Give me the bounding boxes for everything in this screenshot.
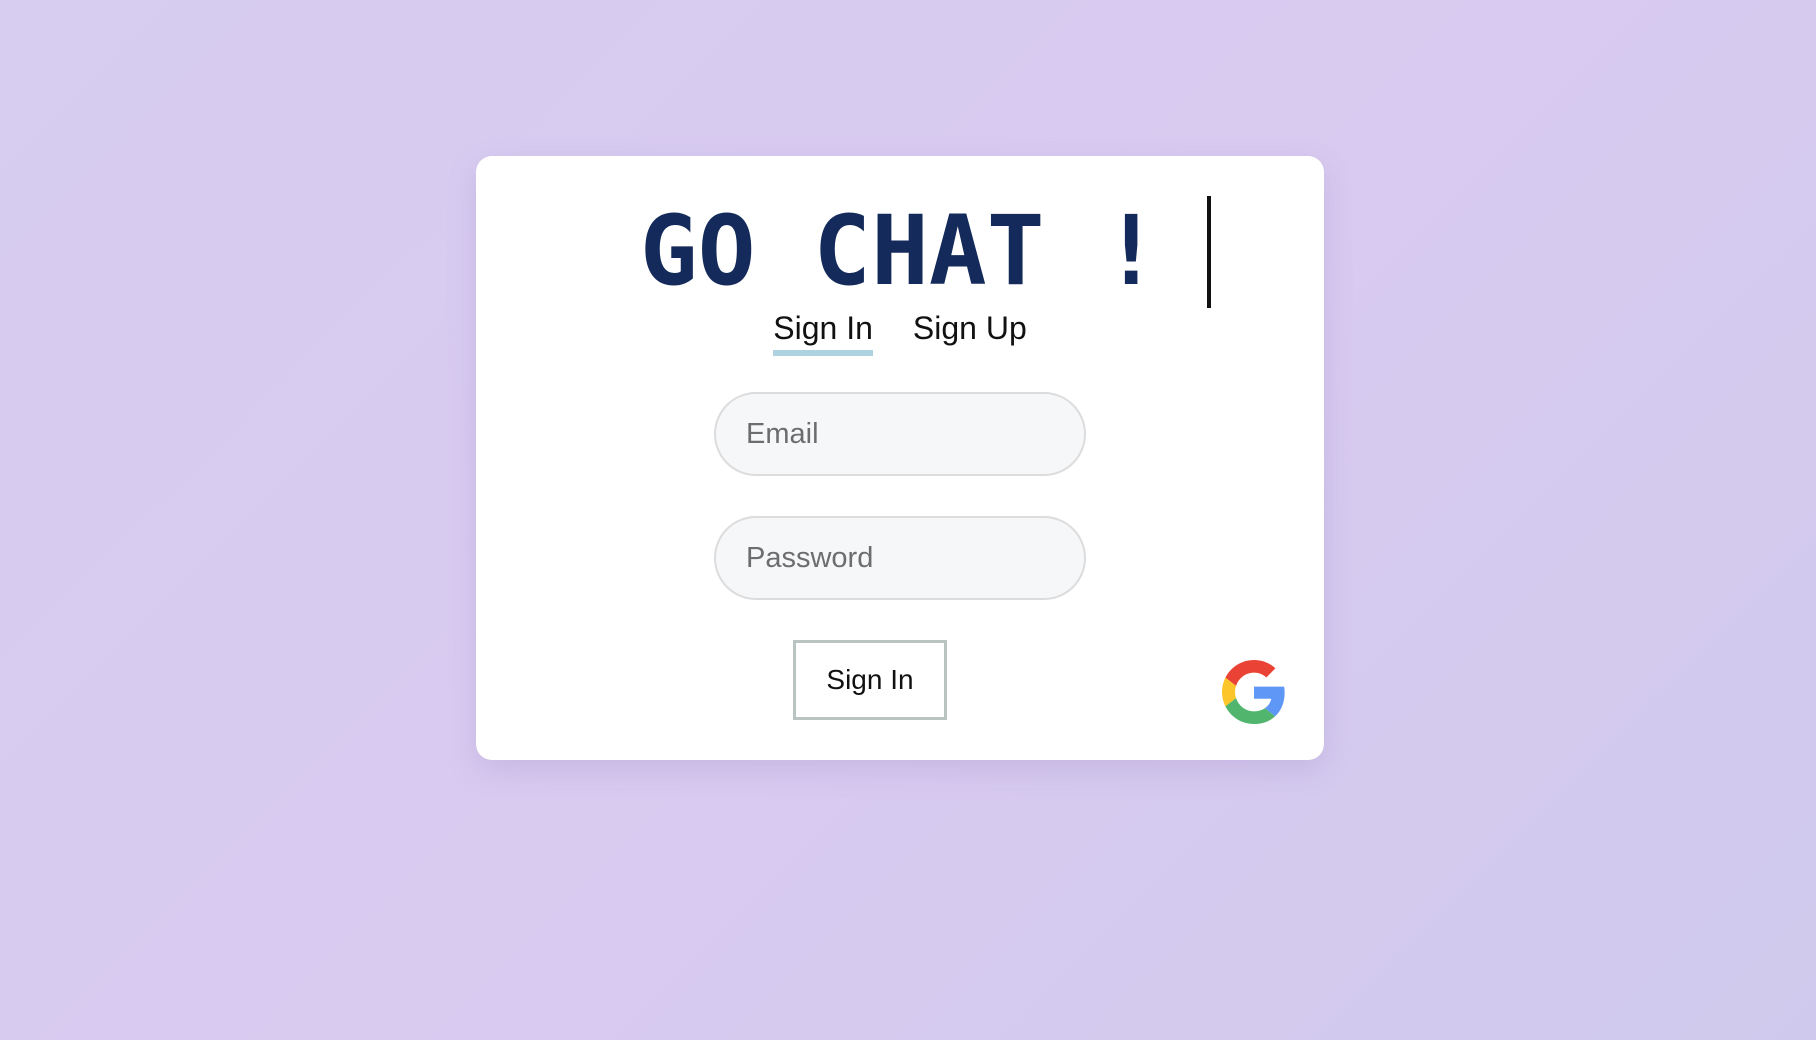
email-field[interactable] bbox=[714, 392, 1086, 476]
auth-card: GO CHAT ! Sign In Sign Up Sign In bbox=[476, 156, 1324, 760]
sign-in-button[interactable]: Sign In bbox=[793, 640, 947, 720]
app-title: GO CHAT ! bbox=[639, 195, 1161, 307]
typing-caret bbox=[1207, 196, 1211, 308]
auth-tabs: Sign In Sign Up bbox=[476, 308, 1324, 356]
password-field[interactable] bbox=[714, 516, 1086, 600]
tab-sign-up[interactable]: Sign Up bbox=[913, 308, 1027, 356]
tab-sign-in[interactable]: Sign In bbox=[773, 308, 873, 356]
google-icon[interactable] bbox=[1222, 660, 1286, 724]
